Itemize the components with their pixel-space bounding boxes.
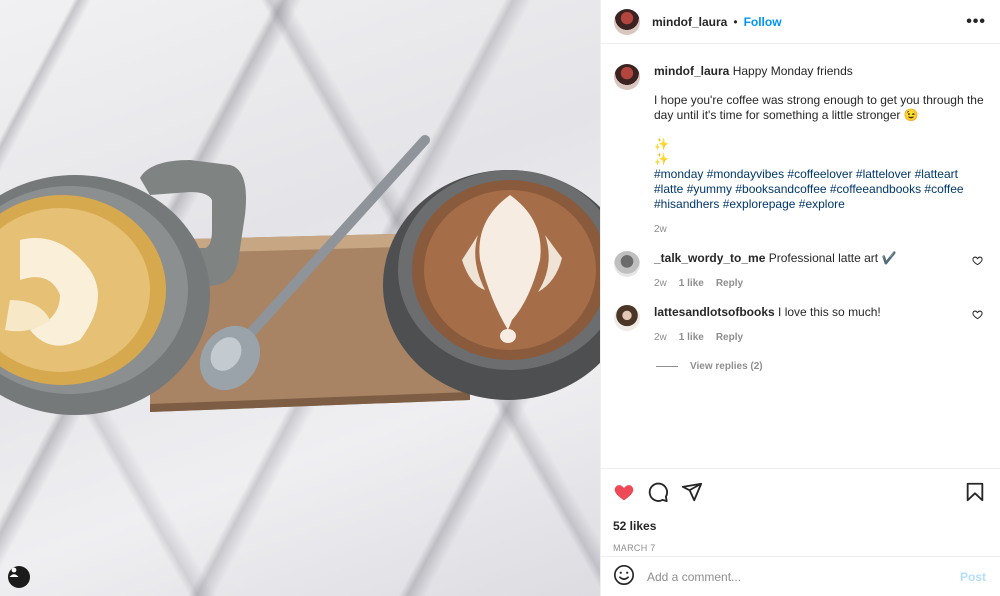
- like-heart-icon[interactable]: [613, 481, 635, 503]
- more-options-icon[interactable]: •••: [966, 13, 986, 31]
- share-icon[interactable]: [681, 481, 703, 503]
- comment-username[interactable]: lattesandlotsofbooks: [654, 305, 775, 319]
- comment-age: 2w: [654, 278, 667, 289]
- caption-age: 2w: [654, 224, 667, 235]
- action-bar: 52 likes MARCH 7: [601, 468, 1000, 553]
- separator-dot: •: [733, 14, 738, 29]
- comments-section: mindof_laura Happy Monday friends I hope…: [601, 44, 1000, 372]
- post-comment-button[interactable]: Post: [960, 570, 986, 584]
- reply-button[interactable]: Reply: [716, 332, 743, 343]
- comment-username[interactable]: _talk_wordy_to_me: [654, 251, 765, 265]
- comment-text: Professional latte art ✔️: [768, 251, 897, 265]
- sparkle-2: ✨: [654, 152, 669, 166]
- post-panel: mindof_laura • Follow ••• mindof_laura H…: [600, 0, 1000, 596]
- view-replies-label: View replies (2): [690, 361, 763, 372]
- comment-likes[interactable]: 1 like: [679, 278, 704, 289]
- caption-username[interactable]: mindof_laura: [654, 64, 729, 78]
- post-date: MARCH 7: [613, 543, 656, 553]
- caption-hashtags[interactable]: #monday #mondayvibes #coffeelover #latte…: [654, 167, 986, 212]
- author-avatar[interactable]: [614, 8, 640, 35]
- emoji-icon[interactable]: [613, 564, 635, 589]
- comment-likes[interactable]: 1 like: [679, 332, 704, 343]
- sparkle-1: ✨: [654, 137, 669, 151]
- comment-item: _talk_wordy_to_me Professional latte art…: [614, 251, 986, 289]
- comment-item: lattesandlotsofbooks I love this so much…: [614, 305, 986, 343]
- view-replies-line: [656, 366, 678, 367]
- latte-illustration: [0, 135, 600, 415]
- heart-icon[interactable]: [972, 309, 983, 323]
- comment-text: I love this so much!: [778, 305, 881, 319]
- user-tag-icon[interactable]: [8, 566, 30, 588]
- comment-age: 2w: [654, 332, 667, 343]
- caption: mindof_laura Happy Monday friends I hope…: [614, 64, 986, 235]
- comment-input[interactable]: [647, 569, 960, 584]
- author-username[interactable]: mindof_laura: [652, 15, 727, 29]
- add-comment-bar: Post: [601, 556, 1000, 596]
- commenter-avatar[interactable]: [614, 251, 640, 277]
- view-replies-button[interactable]: View replies (2): [656, 361, 986, 372]
- caption-avatar[interactable]: [614, 64, 640, 90]
- reply-button[interactable]: Reply: [716, 278, 743, 289]
- likes-count[interactable]: 52 likes: [613, 519, 986, 533]
- comment-icon[interactable]: [647, 481, 669, 503]
- heart-icon[interactable]: [972, 255, 983, 269]
- caption-text: I hope you're coffee was strong enough t…: [654, 93, 984, 122]
- follow-button[interactable]: Follow: [744, 15, 782, 29]
- caption-title: Happy Monday friends: [732, 64, 853, 78]
- post-photo[interactable]: [0, 0, 600, 596]
- post-header: mindof_laura • Follow •••: [601, 0, 1000, 44]
- commenter-avatar[interactable]: [614, 305, 640, 331]
- bookmark-icon[interactable]: [964, 481, 986, 503]
